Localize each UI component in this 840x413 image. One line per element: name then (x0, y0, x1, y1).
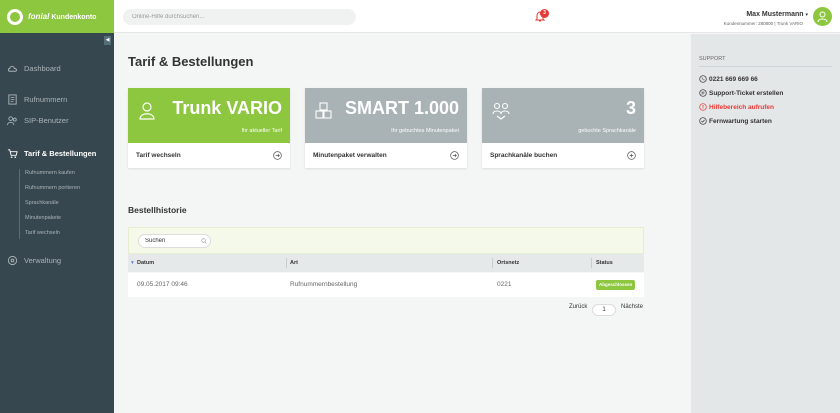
brand-logo[interactable]: fonial Kundenkonto (0, 0, 114, 33)
cell-type: Rufnummernbestellung (290, 281, 358, 288)
sidebar-item-label: Rufnummern (24, 94, 68, 104)
cell-area: 0221 (497, 281, 512, 288)
sidebar: ◀ Dashboard Rufnummern SIP-Benutzer Tari… (0, 33, 114, 413)
book-voice-channels-button[interactable]: Sprachkanäle buchen (482, 143, 644, 168)
card-value: 3 (625, 98, 636, 118)
collapse-sidebar-icon[interactable]: ◀ (104, 36, 111, 45)
person-icon (139, 102, 155, 120)
card-caption: gebuchte Sprachkanäle (578, 128, 636, 134)
cell-date: 09.05.2017 09:46 (137, 281, 188, 288)
card-action-label: Tarif wechseln (136, 152, 181, 159)
ticket-icon (699, 89, 707, 97)
logo-ring-icon (7, 8, 23, 25)
tariff-card: Trunk VARIO Ihr aktueller Tarif Tarif we… (128, 88, 290, 168)
document-icon (8, 93, 17, 105)
card-action-label: Minutenpaket verwalten (313, 152, 387, 159)
search-icon (201, 238, 207, 244)
card-value: Trunk VARIO (172, 98, 282, 118)
sidebar-subitem-tarif-wechseln[interactable]: Tarif wechseln (25, 230, 60, 236)
support-help-link[interactable]: Hilfebereich aufrufen (699, 103, 774, 111)
support-item-label: 0221 669 669 66 (709, 75, 758, 83)
sidebar-item-rufnummern[interactable]: Rufnummern (0, 91, 114, 107)
circle-plus-icon (627, 151, 636, 160)
card-caption: Ihr aktueller Tarif (241, 128, 282, 134)
column-header-ortsnetz[interactable]: Ortsnetz (497, 254, 519, 272)
pager-page-input[interactable]: 1 (592, 304, 616, 316)
table-header: ▾ Datum Art Ortsnetz Status (128, 254, 644, 272)
sidebar-item-label: Verwaltung (24, 255, 62, 265)
brand-product: Kundenkonto (51, 14, 97, 21)
sidebar-item-label: SIP-Benutzer (24, 115, 69, 125)
notification-badge: 3 (540, 9, 549, 18)
manage-minutes-package-button[interactable]: Minutenpaket verwalten (305, 143, 467, 168)
support-item-label: Hilfebereich aufrufen (709, 103, 775, 111)
sidebar-subitem-rufnummern-portieren[interactable]: Rufnummern portieren (25, 185, 80, 191)
sidebar-subitem-minutenpakete[interactable]: Minutenpakete (25, 215, 61, 221)
sort-desc-icon[interactable]: ▾ (131, 254, 134, 272)
user-icon (817, 11, 828, 22)
help-icon (699, 103, 707, 111)
order-history-title: Bestellhistorie (128, 205, 187, 215)
status-badge: Abgeschlossen (596, 280, 636, 290)
support-remote-link[interactable]: Fernwartung starten (699, 117, 772, 125)
boxes-icon (315, 102, 332, 119)
support-title: SUPPORT (699, 56, 726, 62)
cloud-icon (7, 65, 17, 72)
circle-arrow-icon (450, 151, 459, 160)
help-search-input[interactable] (123, 9, 356, 25)
sidebar-item-tarif-bestellungen[interactable]: Tarif & Bestellungen (0, 145, 114, 161)
column-header-status[interactable]: Status (596, 254, 613, 272)
sidebar-item-dashboard[interactable]: Dashboard (0, 60, 114, 76)
support-phone-link[interactable]: 0221 669 669 66 (699, 75, 758, 83)
settings-icon (7, 255, 18, 265)
column-header-datum[interactable]: Datum (137, 254, 154, 272)
sidebar-item-verwaltung[interactable]: Verwaltung (0, 252, 114, 268)
table-filter-bar (128, 227, 644, 254)
support-item-label: Fernwartung starten (709, 117, 772, 125)
minutes-package-card: SMART 1.000 Ihr gebuchtes Minutenpaket M… (305, 88, 467, 168)
pager-prev-button[interactable]: Zurück (569, 304, 587, 310)
users-icon (7, 115, 17, 125)
sidebar-subitem-sprachkanaele[interactable]: Sprachkanäle (25, 200, 59, 206)
sidebar-item-sip-benutzer[interactable]: SIP-Benutzer (0, 112, 114, 128)
submenu-divider (19, 169, 20, 239)
card-action-label: Sprachkanäle buchen (490, 152, 558, 159)
card-caption: Ihr gebuchtes Minutenpaket (391, 128, 459, 134)
topbar (114, 0, 840, 33)
table-row[interactable]: 09.05.2017 09:46 Rufnummernbestellung 02… (128, 273, 644, 297)
column-header-art[interactable]: Art (290, 254, 298, 272)
support-panel: SUPPORT 0221 669 669 66 Support-Ticket e… (691, 34, 840, 413)
sidebar-item-label: Dashboard (24, 63, 61, 73)
card-value: SMART 1.000 (344, 98, 459, 118)
user-name: Max Mustermann (746, 11, 804, 18)
phone-icon (699, 75, 707, 83)
avatar[interactable] (813, 7, 832, 26)
sidebar-subitem-rufnummern-kaufen[interactable]: Rufnummern kaufen (25, 170, 75, 176)
brand-name: fonial (28, 12, 50, 21)
change-tariff-button[interactable]: Tarif wechseln (128, 143, 290, 168)
sidebar-item-label: Tarif & Bestellungen (24, 148, 97, 158)
channels-icon (492, 102, 510, 120)
caret-down-icon: ▾ (805, 12, 808, 18)
remote-icon (699, 117, 707, 125)
support-item-label: Support-Ticket erstellen (709, 89, 784, 97)
user-menu[interactable]: Max Mustermann ▾ (746, 11, 808, 18)
circle-arrow-icon (273, 151, 282, 160)
cart-icon (7, 148, 18, 158)
pager-next-button[interactable]: Nächste (621, 304, 643, 310)
user-meta: Kundennummer: 280800 | Trunk VARIO (723, 21, 803, 26)
support-divider (699, 66, 832, 67)
voice-channels-card: 3 gebuchte Sprachkanäle Sprachkanäle buc… (482, 88, 644, 168)
support-ticket-link[interactable]: Support-Ticket erstellen (699, 89, 783, 97)
page-title: Tarif & Bestellungen (128, 54, 254, 69)
